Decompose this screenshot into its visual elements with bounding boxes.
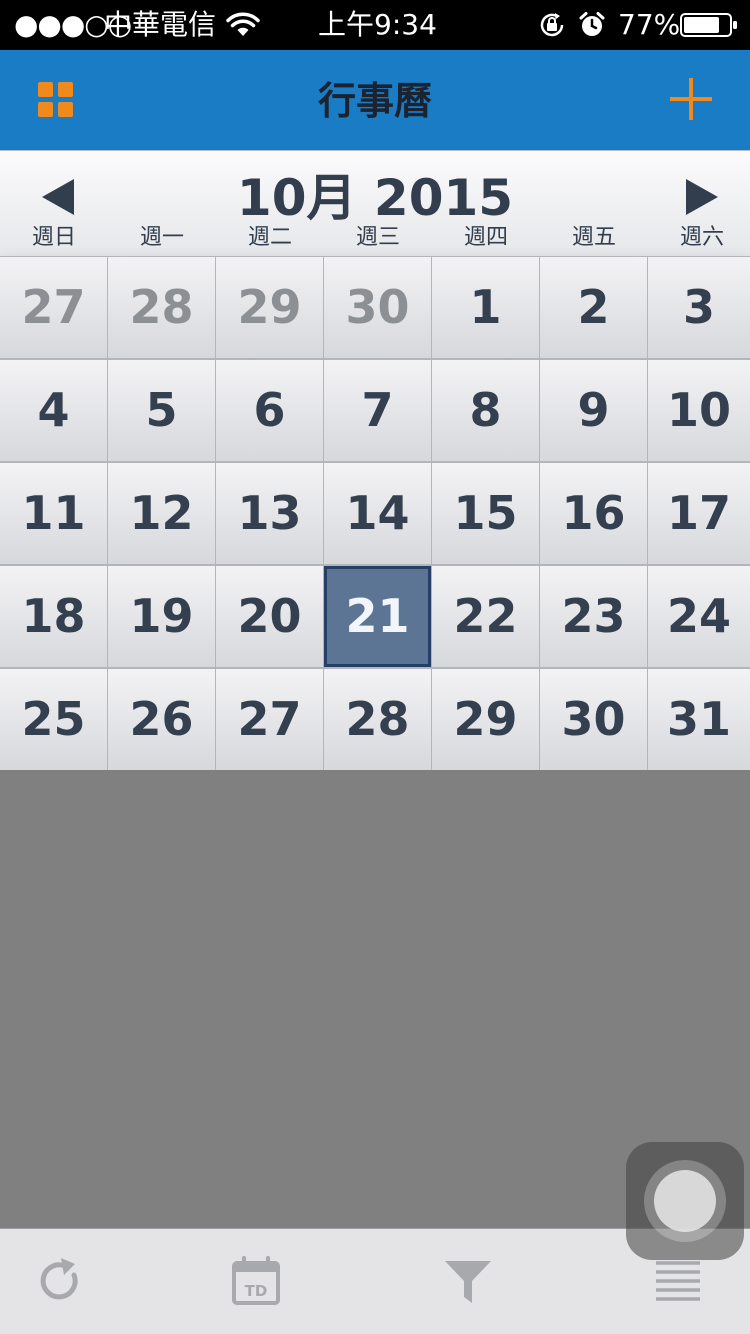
calendar-day[interactable]: 1 (432, 257, 539, 358)
calendar-day[interactable]: 15 (432, 463, 539, 564)
calendar-day[interactable]: 8 (432, 360, 539, 461)
calendar-day[interactable]: 28 (108, 257, 215, 358)
calendar-day[interactable]: 5 (108, 360, 215, 461)
calendar-day[interactable]: 29 (432, 669, 539, 770)
today-badge-text: TD (245, 1282, 268, 1300)
filter-icon[interactable] (442, 1255, 494, 1307)
carrier-name: 中華電信 (104, 8, 217, 41)
calendar-day[interactable]: 13 (216, 463, 323, 564)
nav-bar: 行事曆 (0, 50, 750, 150)
calendar-day[interactable]: 16 (540, 463, 647, 564)
triangle-right-icon[interactable] (684, 177, 720, 217)
calendar-day[interactable]: 29 (216, 257, 323, 358)
calendar-day[interactable]: 20 (216, 566, 323, 667)
calendar-day[interactable]: 4 (0, 360, 107, 461)
month-label: 10月 2015 (236, 169, 514, 227)
calendar-day[interactable]: 27 (216, 669, 323, 770)
calendar-day[interactable]: 30 (324, 257, 431, 358)
calendar-day[interactable]: 27 (0, 257, 107, 358)
status-bar: ●●●○○ 中華電信 上午9:34 77% (0, 0, 750, 50)
weekday-label: 週三 (355, 225, 400, 250)
calendar-day[interactable]: 24 (648, 566, 750, 667)
battery-icon (680, 13, 737, 37)
calendar-day-selected[interactable]: 21 (324, 566, 431, 667)
calendar-day[interactable]: 3 (648, 257, 750, 358)
calendar-day[interactable]: 25 (0, 669, 107, 770)
weekday-label: 週六 (679, 225, 724, 250)
calendar-day[interactable]: 14 (324, 463, 431, 564)
page-title: 行事曆 (317, 79, 432, 123)
calendar-day[interactable]: 10 (648, 360, 750, 461)
calendar-day[interactable]: 6 (216, 360, 323, 461)
calendar-day[interactable]: 2 (540, 257, 647, 358)
weekday-label: 週二 (247, 225, 292, 250)
today-calendar-icon[interactable]: TD (230, 1255, 282, 1307)
orientation-lock-icon (540, 13, 564, 37)
calendar-day[interactable]: 26 (108, 669, 215, 770)
calendar-day[interactable]: 30 (540, 669, 647, 770)
weekday-label: 週日 (31, 225, 76, 250)
assistive-touch-dot (654, 1170, 716, 1232)
calendar-day[interactable]: 18 (0, 566, 107, 667)
calendar-day[interactable]: 19 (108, 566, 215, 667)
plus-icon[interactable] (668, 76, 714, 122)
calendar-day[interactable]: 23 (540, 566, 647, 667)
calendar-day[interactable]: 7 (324, 360, 431, 461)
calendar-day[interactable]: 12 (108, 463, 215, 564)
assistive-touch-button[interactable] (626, 1142, 744, 1260)
calendar-day[interactable]: 22 (432, 566, 539, 667)
weekday-label: 週一 (139, 225, 184, 250)
calendar-header: 10月 2015 週日 週一 週二 週三 週四 週五 週六 (0, 150, 750, 256)
refresh-icon[interactable] (34, 1255, 86, 1307)
calendar-day[interactable]: 28 (324, 669, 431, 770)
weekday-label: 週四 (463, 225, 508, 250)
calendar-day[interactable]: 9 (540, 360, 647, 461)
list-icon[interactable] (652, 1255, 704, 1307)
battery-percent: 77% (618, 8, 681, 41)
calendar-day[interactable]: 11 (0, 463, 107, 564)
calendar-grid: 27 28 29 30 1 2 3 4 5 6 7 8 9 10 11 12 13 14 15 16 17 18 19 20 2… (0, 256, 750, 770)
weekday-label: 週五 (571, 225, 616, 250)
wifi-icon (226, 12, 260, 36)
calendar-day[interactable]: 31 (648, 669, 750, 770)
alarm-icon (579, 12, 605, 36)
status-time: 上午9:34 (318, 8, 437, 41)
calendar-day[interactable]: 17 (648, 463, 750, 564)
